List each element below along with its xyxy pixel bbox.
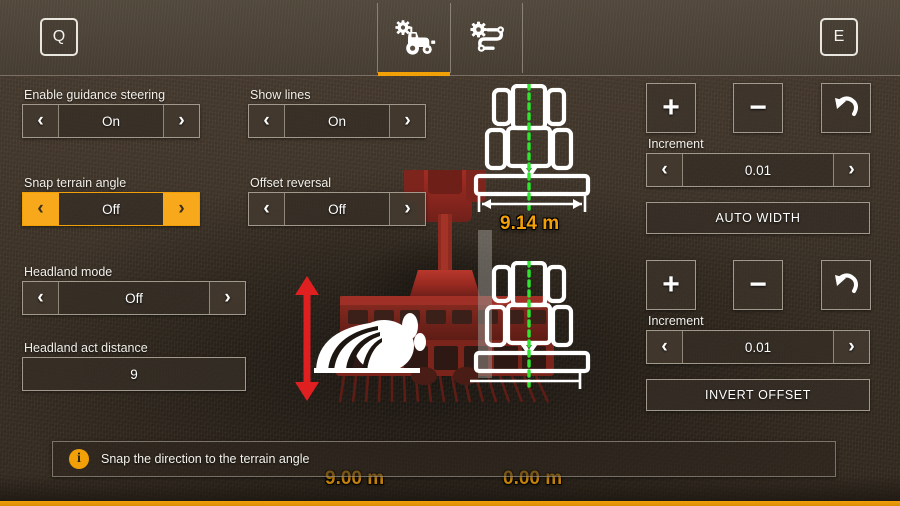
header-bar: Q E	[0, 0, 900, 76]
headland-mode-prev[interactable]: ‹	[23, 282, 59, 314]
invert-offset-label: INVERT OFFSET	[705, 388, 811, 402]
width-increase-button[interactable]: +	[646, 83, 696, 133]
offset-decrease-button[interactable]: −	[733, 260, 783, 310]
minus-icon: −	[749, 91, 767, 124]
plus-icon: +	[662, 91, 680, 124]
snap-terrain-angle-label: Snap terrain angle	[24, 176, 127, 190]
headland-act-distance-label: Headland act distance	[24, 341, 148, 355]
offset-increment-next[interactable]: ›	[833, 331, 869, 363]
headland-mode-value: Off	[125, 290, 143, 306]
auto-width-label: AUTO WIDTH	[715, 211, 801, 225]
snap-terrain-angle-control[interactable]: ‹ Off ›	[22, 192, 200, 226]
undo-arrow-icon	[832, 93, 860, 124]
key-hint-q-label: Q	[52, 28, 66, 45]
working-width-diagram	[470, 82, 610, 219]
enable-guidance-steering-label: Enable guidance steering	[24, 88, 166, 102]
width-increment-next[interactable]: ›	[833, 154, 869, 186]
width-increment-control[interactable]: ‹ 0.01 ›	[646, 153, 870, 187]
offset-increase-button[interactable]: +	[646, 260, 696, 310]
tab-active-underline	[378, 72, 450, 76]
minus-icon: −	[749, 268, 767, 301]
tab-vehicle-settings[interactable]	[378, 0, 450, 76]
offset-reversal-label: Offset reversal	[250, 176, 332, 190]
tractor-gear-icon	[392, 20, 436, 56]
show-lines-value: On	[327, 113, 346, 129]
show-lines-control[interactable]: ‹ On ›	[248, 104, 426, 138]
snap-terrain-angle-value: Off	[102, 201, 120, 217]
offset-reset-button[interactable]	[821, 260, 871, 310]
headland-act-distance-field[interactable]: 9	[22, 357, 246, 391]
width-reset-button[interactable]	[821, 83, 871, 133]
offset-increment-label: Increment	[648, 314, 704, 328]
enable-guidance-steering-next[interactable]: ›	[163, 105, 199, 137]
auto-width-button[interactable]: AUTO WIDTH	[646, 202, 870, 234]
key-hint-e-label: E	[833, 28, 845, 45]
bottom-shade	[0, 475, 900, 501]
offset-reversal-control[interactable]: ‹ Off ›	[248, 192, 426, 226]
plus-icon: +	[662, 268, 680, 301]
info-icon: i	[69, 449, 89, 469]
headland-mode-label: Headland mode	[24, 265, 113, 279]
help-text: Snap the direction to the terrain angle	[101, 452, 310, 466]
tab-route-settings[interactable]	[451, 0, 523, 76]
guidance-steering-screen: Q E Enable guidance steering ‹ On › Snap…	[0, 0, 900, 506]
gear-route-icon	[467, 21, 507, 55]
headland-act-distance-value: 9	[130, 366, 138, 382]
width-decrease-button[interactable]: −	[733, 83, 783, 133]
offset-increment-value: 0.01	[744, 339, 772, 355]
help-bar: i Snap the direction to the terrain angl…	[52, 441, 836, 477]
undo-arrow-icon	[832, 270, 860, 301]
key-hint-q[interactable]: Q	[40, 18, 78, 56]
headland-mode-next[interactable]: ›	[209, 282, 245, 314]
enable-guidance-steering-value: On	[101, 113, 120, 129]
enable-guidance-steering-control[interactable]: ‹ On ›	[22, 104, 200, 138]
enable-guidance-steering-prev[interactable]: ‹	[23, 105, 59, 137]
offset-increment-control[interactable]: ‹ 0.01 ›	[646, 330, 870, 364]
key-hint-e[interactable]: E	[820, 18, 858, 56]
show-lines-next[interactable]: ›	[389, 105, 425, 137]
offset-reversal-value: Off	[328, 201, 346, 217]
headland-mode-control[interactable]: ‹ Off ›	[22, 281, 246, 315]
snap-terrain-angle-next[interactable]: ›	[163, 193, 199, 225]
width-increment-value: 0.01	[744, 162, 772, 178]
show-lines-label: Show lines	[250, 88, 311, 102]
width-increment-prev[interactable]: ‹	[647, 154, 683, 186]
width-increment-label: Increment	[648, 137, 704, 151]
offset-reversal-next[interactable]: ›	[389, 193, 425, 225]
spread-pattern-graphic	[312, 300, 442, 395]
show-lines-prev[interactable]: ‹	[249, 105, 285, 137]
bottom-accent-line	[0, 501, 900, 506]
invert-offset-button[interactable]: INVERT OFFSET	[646, 379, 870, 411]
offset-reversal-prev[interactable]: ‹	[249, 193, 285, 225]
snap-terrain-angle-prev[interactable]: ‹	[23, 193, 59, 225]
offset-diagram	[430, 259, 610, 396]
offset-increment-prev[interactable]: ‹	[647, 331, 683, 363]
